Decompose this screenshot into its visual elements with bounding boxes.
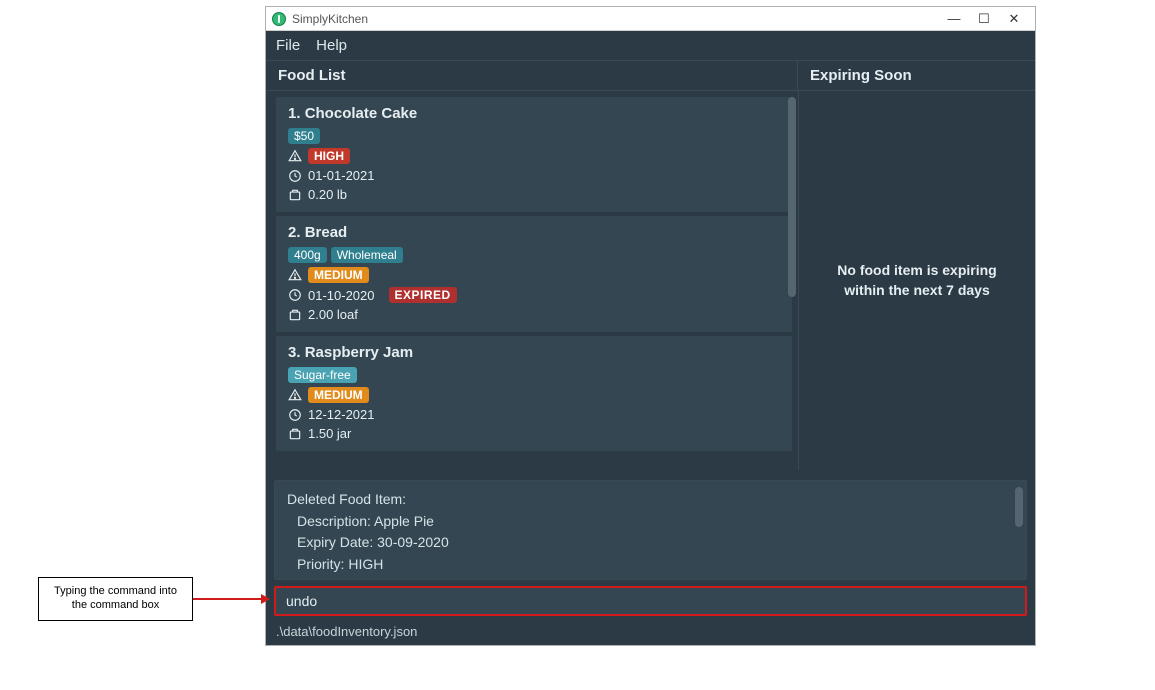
quantity-value: 2.00 loaf xyxy=(308,307,358,322)
package-icon xyxy=(288,308,302,322)
food-tag: Sugar-free xyxy=(288,367,357,383)
priority-badge: MEDIUM xyxy=(308,267,369,283)
maximize-button[interactable]: ☐ xyxy=(969,10,999,28)
food-tags: $50 xyxy=(288,128,780,144)
date-row: 01-01-2021 xyxy=(288,168,780,183)
app-icon xyxy=(272,12,286,26)
expiry-date: 01-10-2020 xyxy=(308,288,375,303)
quantity-value: 1.50 jar xyxy=(308,426,351,441)
annotation-arrow xyxy=(193,598,268,600)
annotation-callout: Typing the command into the command box xyxy=(38,577,193,621)
food-tags: Sugar-free xyxy=(288,367,780,383)
food-list-pane: 1. Chocolate Cake $50 HIGH 01-01-2021 0.20 l… xyxy=(266,91,798,470)
priority-badge: MEDIUM xyxy=(308,387,369,403)
menu-help[interactable]: Help xyxy=(316,37,347,54)
expiry-date: 12-12-2021 xyxy=(308,407,375,422)
expiring-empty-message: No food item is expiring within the next… xyxy=(819,261,1015,300)
food-title: 3. Raspberry Jam xyxy=(288,344,780,361)
food-card[interactable]: 2. Bread 400gWholemeal MEDIUM 01-10-2020 EXP… xyxy=(276,216,792,332)
panel-headers: Food List Expiring Soon xyxy=(266,61,1035,91)
statusbar: .\data\foodInventory.json xyxy=(266,620,1035,645)
expiring-pane: No food item is expiring within the next… xyxy=(798,91,1035,470)
command-box[interactable] xyxy=(274,586,1027,616)
clock-icon xyxy=(288,408,302,422)
expired-badge: EXPIRED xyxy=(389,287,457,303)
minimize-button[interactable]: — xyxy=(939,10,969,28)
food-card[interactable]: 3. Raspberry Jam Sugar-free MEDIUM 12-12-20… xyxy=(276,336,792,451)
food-index: 3. xyxy=(288,344,305,361)
food-tag: 400g xyxy=(288,247,327,263)
quantity-row: 0.20 lb xyxy=(288,187,780,202)
food-tag: Wholemeal xyxy=(331,247,403,263)
food-name: Bread xyxy=(305,224,348,241)
titlebar: SimplyKitchen — ☐ ✕ xyxy=(266,7,1035,31)
food-name: Raspberry Jam xyxy=(305,344,413,361)
food-title: 1. Chocolate Cake xyxy=(288,105,780,122)
clock-icon xyxy=(288,288,302,302)
package-icon xyxy=(288,188,302,202)
food-title: 2. Bread xyxy=(288,224,780,241)
priority-row: MEDIUM xyxy=(288,387,780,403)
app-body: File Help Food List Expiring Soon 1. Cho… xyxy=(266,31,1035,645)
warning-icon xyxy=(288,268,302,282)
menubar: File Help xyxy=(266,31,1035,61)
food-tag: $50 xyxy=(288,128,320,144)
command-input[interactable] xyxy=(286,593,1015,609)
warning-icon xyxy=(288,149,302,163)
output-scrollbar[interactable] xyxy=(1015,487,1023,527)
food-list-header: Food List xyxy=(266,61,798,90)
food-card[interactable]: 1. Chocolate Cake $50 HIGH 01-01-2021 0.20 l… xyxy=(276,97,792,212)
package-icon xyxy=(288,427,302,441)
quantity-value: 0.20 lb xyxy=(308,187,347,202)
food-name: Chocolate Cake xyxy=(305,105,418,122)
priority-row: MEDIUM xyxy=(288,267,780,283)
expiry-date: 01-01-2021 xyxy=(308,168,375,183)
expiring-soon-header: Expiring Soon xyxy=(798,61,1035,90)
menu-file[interactable]: File xyxy=(276,37,300,54)
date-row: 12-12-2021 xyxy=(288,407,780,422)
food-tags: 400gWholemeal xyxy=(288,247,780,263)
food-index: 1. xyxy=(288,105,305,122)
warning-icon xyxy=(288,388,302,402)
priority-row: HIGH xyxy=(288,148,780,164)
quantity-row: 2.00 loaf xyxy=(288,307,780,322)
clock-icon xyxy=(288,169,302,183)
window-title: SimplyKitchen xyxy=(292,12,939,26)
result-output: Deleted Food Item: Description: Apple Pi… xyxy=(274,480,1027,580)
main-area: 1. Chocolate Cake $50 HIGH 01-01-2021 0.20 l… xyxy=(266,91,1035,470)
output-line: Description: Apple Pie xyxy=(287,511,1014,533)
date-row: 01-10-2020 EXPIRED xyxy=(288,287,780,303)
food-index: 2. xyxy=(288,224,305,241)
list-scrollbar[interactable] xyxy=(788,97,796,297)
output-line: Deleted Food Item: xyxy=(287,489,1014,511)
output-line: Expiry Date: 30-09-2020 xyxy=(287,532,1014,554)
app-window: SimplyKitchen — ☐ ✕ File Help Food List … xyxy=(265,6,1036,646)
priority-badge: HIGH xyxy=(308,148,350,164)
output-line: Priority: HIGH xyxy=(287,554,1014,576)
quantity-row: 1.50 jar xyxy=(288,426,780,441)
close-button[interactable]: ✕ xyxy=(999,10,1029,28)
